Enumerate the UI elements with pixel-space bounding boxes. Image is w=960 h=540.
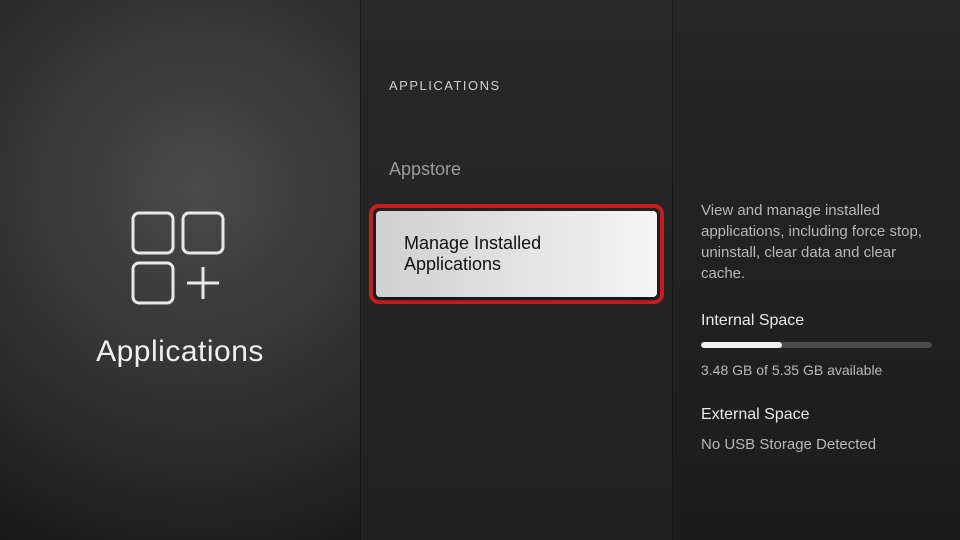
internal-space-text: 3.48 GB of 5.35 GB available — [701, 362, 932, 378]
external-space-text: No USB Storage Detected — [701, 436, 932, 453]
menu-item-manage-installed-applications[interactable]: Manage Installed Applications — [376, 211, 657, 297]
selection-highlight: Manage Installed Applications — [369, 204, 664, 304]
applications-icon — [125, 211, 235, 311]
item-description: View and manage installed applications, … — [701, 200, 932, 284]
internal-space-heading: Internal Space — [701, 312, 932, 330]
detail-pane: View and manage installed applications, … — [672, 0, 960, 540]
section-header: APPLICATIONS — [361, 78, 672, 93]
internal-space-bar — [701, 342, 932, 348]
menu-item-appstore[interactable]: Appstore — [361, 141, 672, 198]
external-space-heading: External Space — [701, 406, 932, 424]
internal-space-bar-fill — [701, 342, 782, 348]
menu-pane: APPLICATIONS Appstore Manage Installed A… — [360, 0, 672, 540]
left-pane-title: Applications — [96, 335, 264, 369]
left-pane: Applications — [0, 0, 360, 540]
